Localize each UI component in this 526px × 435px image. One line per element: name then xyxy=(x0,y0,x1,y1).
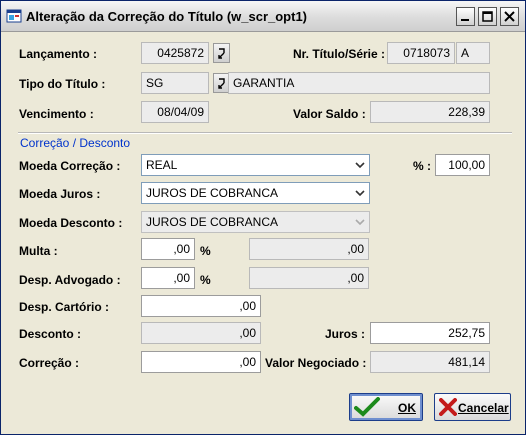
percent-field[interactable]: 100,00 xyxy=(435,154,490,176)
moeda-correcao-label: Moeda Correção : xyxy=(19,159,121,173)
multa-percent-sign: % xyxy=(200,244,211,258)
valor-saldo-label: Valor Saldo : xyxy=(293,107,366,121)
section-title: Correção / Desconto xyxy=(20,136,131,150)
lookup-icon xyxy=(218,48,225,59)
desp-advogado-field[interactable]: ,00 xyxy=(141,267,195,289)
multa-value-field: ,00 xyxy=(249,238,369,260)
valor-negociado-field[interactable]: 481,14 xyxy=(370,351,490,373)
chevron-down-icon[interactable] xyxy=(352,184,368,202)
valor-saldo-field[interactable]: 228,39 xyxy=(370,101,490,123)
minimize-button[interactable] xyxy=(456,7,475,26)
moeda-correcao-value: REAL xyxy=(146,158,178,172)
desp-advogado-percent-sign: % xyxy=(200,273,211,287)
moeda-desconto-select: JUROS DE COBRANCA xyxy=(141,211,370,233)
app-icon xyxy=(6,9,22,23)
chevron-down-icon xyxy=(352,213,368,231)
lancamento-lookup-button[interactable] xyxy=(213,43,230,63)
vencimento-field[interactable]: 08/04/09 xyxy=(141,101,209,123)
checkmark-icon xyxy=(354,397,380,417)
dialog-window: Alteração da Correção do Título (w_scr_o… xyxy=(0,0,526,435)
window-title: Alteração da Correção do Título (w_scr_o… xyxy=(26,9,308,24)
desp-advogado-label: Desp. Advogado : xyxy=(19,273,121,287)
moeda-desconto-label: Moeda Desconto : xyxy=(19,216,123,230)
dialog-body: Lançamento : 0425872 Nr. Título/Série : … xyxy=(4,32,522,431)
lancamento-label: Lançamento : xyxy=(19,47,98,61)
nr-titulo-field[interactable]: 0718073 xyxy=(387,42,455,64)
desp-advogado-value-field: ,00 xyxy=(249,267,369,289)
moeda-correcao-select[interactable]: REAL xyxy=(141,154,370,176)
tipo-titulo-code-field[interactable]: SG xyxy=(141,72,209,94)
correcao-field[interactable]: ,00 xyxy=(141,351,261,373)
vencimento-label: Vencimento : xyxy=(19,107,94,121)
cancel-x-icon xyxy=(439,398,457,416)
nr-titulo-label: Nr. Título/Série : xyxy=(293,47,386,61)
cancel-button-label: Cancelar xyxy=(458,401,509,415)
maximize-icon xyxy=(482,11,493,22)
serie-field[interactable]: A xyxy=(456,42,490,64)
chevron-down-icon[interactable] xyxy=(352,156,368,174)
ok-button[interactable]: OK xyxy=(349,393,423,421)
juros-field[interactable]: 252,75 xyxy=(370,322,490,344)
maximize-button[interactable] xyxy=(478,7,497,26)
multa-field[interactable]: ,00 xyxy=(141,238,195,260)
title-bar[interactable]: Alteração da Correção do Título (w_scr_o… xyxy=(1,1,525,32)
moeda-juros-label: Moeda Juros : xyxy=(19,187,101,201)
valor-negociado-label: Valor Negociado : xyxy=(265,356,367,370)
cancel-button[interactable]: Cancelar xyxy=(434,393,511,421)
tipo-titulo-description-field[interactable]: GARANTIA xyxy=(228,72,490,94)
section-divider xyxy=(18,132,512,134)
juros-label: Juros : xyxy=(325,327,366,341)
moeda-juros-value: JUROS DE COBRANCA xyxy=(146,186,279,200)
desconto-label: Desconto : xyxy=(19,327,82,341)
desp-cartorio-label: Desp. Cartório : xyxy=(19,300,110,314)
close-button[interactable] xyxy=(500,7,519,26)
multa-label: Multa : xyxy=(19,244,58,258)
close-icon xyxy=(504,11,515,22)
lancamento-field[interactable]: 0425872 xyxy=(141,42,209,64)
moeda-desconto-value: JUROS DE COBRANCA xyxy=(146,215,279,229)
desp-cartorio-field[interactable]: ,00 xyxy=(141,295,261,317)
minimize-icon xyxy=(461,19,469,21)
moeda-juros-select[interactable]: JUROS DE COBRANCA xyxy=(141,182,370,204)
tipo-titulo-label: Tipo do Título : xyxy=(19,77,106,91)
correcao-label: Correção : xyxy=(19,356,80,370)
percent-label: % : xyxy=(413,159,431,173)
desconto-field[interactable]: ,00 xyxy=(141,322,261,344)
lookup-icon xyxy=(218,78,225,89)
ok-button-label: OK xyxy=(398,401,416,415)
